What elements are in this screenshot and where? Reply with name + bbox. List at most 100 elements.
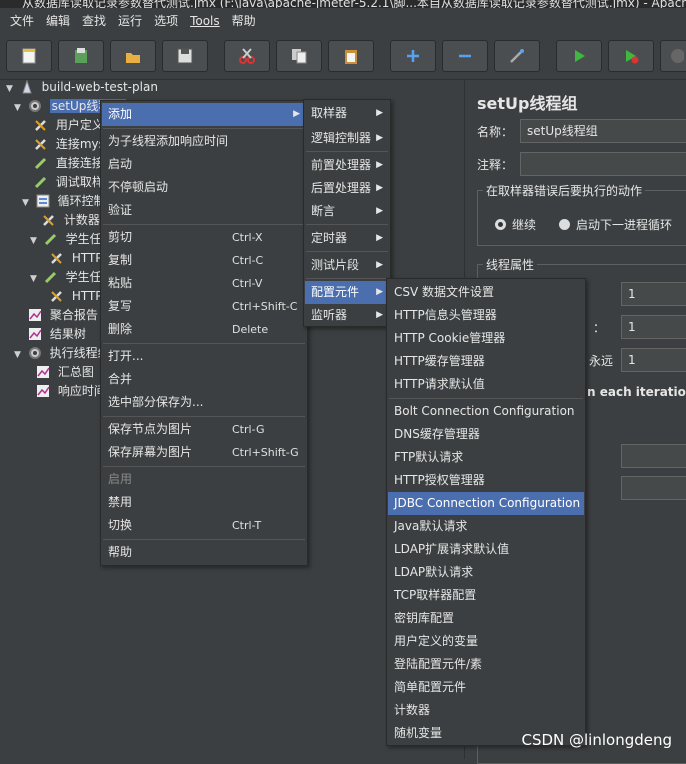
- tree-node[interactable]: HTTP: [50, 287, 103, 306]
- config-item-ldap-defaults[interactable]: LDAP默认请求: [388, 561, 584, 584]
- menu-edit[interactable]: 编辑: [40, 12, 76, 29]
- collapse-arrow-icon[interactable]: ▼: [30, 270, 40, 289]
- tree-node[interactable]: 调试取样: [34, 173, 104, 192]
- menu-item-add[interactable]: 添加 ▶: [102, 103, 306, 126]
- start-next-loop-radio[interactable]: 启动下一进程循环: [559, 216, 672, 233]
- config-item-tcp-config[interactable]: TCP取样器配置: [388, 584, 584, 607]
- config-item-login-config[interactable]: 登陆配置元件/素: [388, 653, 584, 676]
- open-button[interactable]: [110, 40, 156, 72]
- templates-button[interactable]: [58, 40, 104, 72]
- tree-node[interactable]: 用户定义: [34, 116, 104, 135]
- submenu-item-logic-controller[interactable]: 逻辑控制器 ▶: [305, 127, 389, 150]
- config-item-keystore[interactable]: 密钥库配置: [388, 607, 584, 630]
- collapse-arrow-icon[interactable]: ▼: [30, 232, 40, 251]
- tree-node[interactable]: ▼ 学生任: [30, 230, 102, 249]
- menu-item-save-screen-image[interactable]: 保存屏幕为图片 Ctrl+Shift-G: [102, 441, 306, 464]
- submenu-item-sampler[interactable]: 取样器 ▶: [305, 102, 389, 125]
- continue-radio[interactable]: 继续: [495, 216, 536, 233]
- submenu-item-config-element[interactable]: 配置元件 ▶: [305, 281, 389, 304]
- tree-node[interactable]: ▼ 学生任: [30, 268, 102, 287]
- menu-item-enable[interactable]: 启用: [102, 468, 306, 491]
- tree-node-root[interactable]: ▼ build-web-test-plan: [6, 78, 158, 97]
- menu-item-help[interactable]: 帮助: [102, 541, 306, 564]
- config-item-user-variables[interactable]: 用户定义的变量: [388, 630, 584, 653]
- loop-count-field[interactable]: 1: [621, 348, 686, 372]
- cut-button[interactable]: [224, 40, 270, 72]
- toggle-button[interactable]: [494, 40, 540, 72]
- tree-node[interactable]: 响应时间: [36, 382, 106, 401]
- menu-item-start-no-pause[interactable]: 不停顿启动: [102, 176, 306, 199]
- config-item-ftp-defaults[interactable]: FTP默认请求: [388, 446, 584, 469]
- menu-help[interactable]: 帮助: [226, 12, 262, 29]
- thread-count-field[interactable]: 1: [621, 282, 686, 306]
- collapse-arrow-icon[interactable]: ▼: [14, 99, 24, 118]
- start-button[interactable]: [556, 40, 602, 72]
- forever-checkbox-label[interactable]: 永远: [589, 352, 613, 369]
- submenu-item-test-fragment[interactable]: 测试片段 ▶: [305, 254, 389, 277]
- menu-item-duplicate[interactable]: 复写 Ctrl+Shift-C: [102, 295, 306, 318]
- submenu-item-assertion[interactable]: 断言 ▶: [305, 200, 389, 223]
- menu-item-save-node-image[interactable]: 保存节点为图片 Ctrl-G: [102, 418, 306, 441]
- config-item-http-defaults[interactable]: HTTP请求默认值: [388, 373, 584, 396]
- config-item-counter[interactable]: 计数器: [388, 699, 584, 722]
- tree-node[interactable]: 直接连接: [34, 154, 104, 173]
- menu-tools[interactable]: Tools: [184, 14, 226, 28]
- config-item-ldap-ext-defaults[interactable]: LDAP扩展请求默认值: [388, 538, 584, 561]
- config-item-bolt[interactable]: Bolt Connection Configuration: [388, 400, 584, 423]
- name-field[interactable]: setUp线程组: [520, 119, 686, 143]
- menu-item-validate[interactable]: 验证: [102, 199, 306, 222]
- submenu-item-listener[interactable]: 监听器 ▶: [305, 304, 389, 327]
- tree-node[interactable]: HTTP: [50, 249, 103, 268]
- config-item-jdbc-connection[interactable]: JDBC Connection Configuration: [388, 492, 584, 515]
- submenu-item-post-processor[interactable]: 后置处理器 ▶: [305, 177, 389, 200]
- menu-item-open[interactable]: 打开...: [102, 345, 306, 368]
- menu-item-disable[interactable]: 禁用: [102, 491, 306, 514]
- paste-button[interactable]: [328, 40, 374, 72]
- start-no-pause-button[interactable]: [608, 40, 654, 72]
- config-item-cookie-manager[interactable]: HTTP Cookie管理器: [388, 327, 584, 350]
- config-item-auth-manager[interactable]: HTTP授权管理器: [388, 469, 584, 492]
- config-item-java-defaults[interactable]: Java默认请求: [388, 515, 584, 538]
- tree-node[interactable]: 连接mys: [34, 135, 105, 154]
- tree-node[interactable]: 结果树: [28, 325, 86, 344]
- collapse-arrow-icon[interactable]: ▼: [14, 346, 24, 365]
- config-item-simple-config[interactable]: 简单配置元件: [388, 676, 584, 699]
- menu-item-cut[interactable]: 剪切 Ctrl-X: [102, 226, 306, 249]
- copy-button[interactable]: [276, 40, 322, 72]
- tree-node[interactable]: 计数器: [42, 211, 100, 230]
- menu-search[interactable]: 查找: [76, 12, 112, 29]
- menu-item-merge[interactable]: 合并: [102, 368, 306, 391]
- tree-node-loop-controller[interactable]: ▼ 循环控制: [22, 192, 106, 211]
- tree-node-thread-group[interactable]: ▼ 执行线程组: [14, 344, 110, 363]
- stop-button[interactable]: [660, 40, 686, 72]
- collapse-arrow-icon[interactable]: ▼: [22, 194, 32, 213]
- menu-item-toggle[interactable]: 切换 Ctrl-T: [102, 514, 306, 537]
- menu-file[interactable]: 文件: [4, 12, 40, 29]
- startup-delay-field[interactable]: [621, 476, 686, 500]
- collapse-button[interactable]: [442, 40, 488, 72]
- menu-item-save-selection[interactable]: 选中部分保存为...: [102, 391, 306, 414]
- new-button[interactable]: [6, 40, 52, 72]
- config-item-header-manager[interactable]: HTTP信息头管理器: [388, 304, 584, 327]
- comment-field[interactable]: [520, 152, 686, 176]
- submenu-arrow-icon: ▶: [376, 260, 383, 270]
- menu-item-copy[interactable]: 复制 Ctrl-C: [102, 249, 306, 272]
- save-button[interactable]: [162, 40, 208, 72]
- menu-item-start[interactable]: 启动: [102, 153, 306, 176]
- submenu-item-timer[interactable]: 定时器 ▶: [305, 227, 389, 250]
- menu-options[interactable]: 选项: [148, 12, 184, 29]
- expand-button[interactable]: [390, 40, 436, 72]
- menu-item-paste[interactable]: 粘贴 Ctrl-V: [102, 272, 306, 295]
- duration-field[interactable]: [621, 444, 686, 468]
- menu-item-add-response-time[interactable]: 为子线程添加响应时间: [102, 130, 306, 153]
- menu-run[interactable]: 运行: [112, 12, 148, 29]
- tree-node[interactable]: 汇总图: [36, 363, 94, 382]
- rampup-field[interactable]: 1: [621, 315, 686, 339]
- tree-node[interactable]: 聚合报告: [28, 306, 98, 325]
- menu-item-delete[interactable]: 删除 Delete: [102, 318, 306, 341]
- config-item-dns-cache[interactable]: DNS缓存管理器: [388, 423, 584, 446]
- config-item-cache-manager[interactable]: HTTP缓存管理器: [388, 350, 584, 373]
- submenu-item-pre-processor[interactable]: 前置处理器 ▶: [305, 154, 389, 177]
- plus-icon: [407, 50, 419, 62]
- config-item-csv[interactable]: CSV 数据文件设置: [388, 281, 584, 304]
